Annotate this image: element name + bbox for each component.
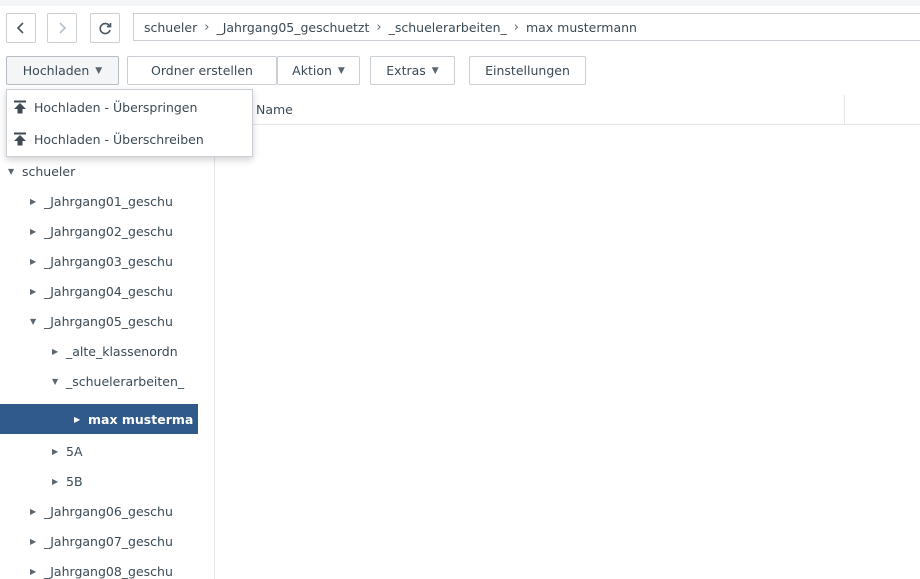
tree-collapsed-icon[interactable]: ▶	[52, 477, 66, 486]
tree-item-5b[interactable]: ▶ 5B	[0, 466, 198, 496]
tree-item-jahrgang05[interactable]: ▼ _Jahrgang05_geschu	[0, 306, 198, 336]
menu-item-upload-skip[interactable]: Hochladen - Überspringen	[7, 92, 252, 122]
breadcrumb-item-max-mustermann[interactable]: max mustermann	[526, 20, 637, 35]
chevron-left-icon	[16, 22, 24, 34]
tree-item-label: _Jahrgang07_geschu	[44, 533, 173, 549]
refresh-icon	[98, 22, 111, 34]
upload-dropdown-menu: Hochladen - Überspringen Hochladen - Übe…	[6, 89, 253, 157]
back-button[interactable]	[6, 13, 36, 43]
breadcrumb-item-schueler[interactable]: schueler	[144, 20, 197, 35]
upload-button-label: Hochladen	[22, 63, 90, 78]
extras-button[interactable]: Extras ▼	[370, 56, 455, 85]
tree-collapsed-icon[interactable]: ▶	[30, 537, 44, 546]
file-list-header: Name	[216, 95, 920, 125]
tree-item-label: schueler	[22, 163, 76, 179]
tree-collapsed-icon[interactable]: ▶	[30, 197, 44, 206]
caret-down-icon: ▼	[95, 65, 103, 76]
tree-expanded-icon[interactable]: ▼	[30, 317, 44, 326]
action-button-label: Aktion	[292, 63, 332, 78]
breadcrumb-separator-icon: ›	[204, 19, 210, 35]
tree-item-label: _Jahrgang04_geschu	[44, 283, 173, 299]
menu-item-label: Hochladen - Überspringen	[34, 99, 198, 115]
tree-expanded-icon[interactable]: ▼	[52, 377, 66, 386]
tree-collapsed-icon[interactable]: ▶	[30, 507, 44, 516]
tree-item-label: _Jahrgang01_geschu	[44, 193, 173, 209]
tree-item-5a[interactable]: ▶ 5A	[0, 436, 198, 466]
tree-item-jahrgang07[interactable]: ▶ _Jahrgang07_geschu	[0, 526, 198, 556]
folder-tree: ▼ schueler ▶ _Jahrgang01_geschu ▶ _Jahrg…	[0, 95, 215, 579]
column-divider[interactable]	[844, 95, 845, 124]
settings-button[interactable]: Einstellungen	[469, 56, 586, 85]
tree-expanded-icon[interactable]: ▼	[8, 167, 22, 176]
breadcrumb-item-jahrgang05[interactable]: _Jahrgang05_geschuetzt	[216, 20, 369, 35]
tree-item-jahrgang01[interactable]: ▶ _Jahrgang01_geschu	[0, 186, 198, 216]
tree-item-label: max musterma	[88, 411, 194, 427]
chevron-right-icon	[59, 22, 67, 34]
forward-button[interactable]	[47, 13, 77, 43]
action-button[interactable]: Aktion ▼	[277, 56, 360, 85]
tree-item-label: 5A	[66, 443, 83, 459]
tree-item-label: _Jahrgang03_geschu	[44, 253, 173, 269]
tree-item-label: _Jahrgang02_geschu	[44, 223, 173, 239]
tree-item-jahrgang02[interactable]: ▶ _Jahrgang02_geschu	[0, 216, 198, 246]
upload-button[interactable]: Hochladen ▼	[6, 56, 119, 85]
tree-item-alte-klassenordner[interactable]: ▶ _alte_klassenordn	[0, 336, 198, 366]
tree-item-jahrgang08[interactable]: ▶ _Jahrgang08_geschu	[0, 556, 198, 579]
settings-button-label: Einstellungen	[485, 63, 570, 78]
breadcrumb-separator-icon: ›	[376, 19, 382, 35]
tree-item-jahrgang06[interactable]: ▶ _Jahrgang06_geschu	[0, 496, 198, 526]
tree-collapsed-icon[interactable]: ▶	[30, 287, 44, 296]
tree-item-max-mustermann[interactable]: ▶ max musterma	[0, 404, 198, 434]
tree-item-jahrgang03[interactable]: ▶ _Jahrgang03_geschu	[0, 246, 198, 276]
tree-collapsed-icon[interactable]: ▶	[30, 227, 44, 236]
tree-item-schuelerarbeiten[interactable]: ▼ _schuelerarbeiten_	[0, 366, 198, 396]
tree-item-schueler[interactable]: ▼ schueler	[0, 156, 198, 186]
extras-button-label: Extras	[386, 63, 426, 78]
menu-item-upload-overwrite[interactable]: Hochladen - Überschreiben	[7, 124, 252, 154]
breadcrumb: schueler › _Jahrgang05_geschuetzt › _sch…	[133, 13, 920, 41]
menu-item-label: Hochladen - Überschreiben	[34, 131, 204, 147]
caret-down-icon: ▼	[431, 65, 439, 76]
caret-down-icon: ▼	[337, 65, 345, 76]
tree-collapsed-icon[interactable]: ▶	[30, 257, 44, 266]
tree-item-jahrgang04[interactable]: ▶ _Jahrgang04_geschu	[0, 276, 198, 306]
tree-collapsed-icon[interactable]: ▶	[52, 347, 66, 356]
create-folder-button[interactable]: Ordner erstellen	[127, 56, 277, 85]
create-folder-label: Ordner erstellen	[151, 63, 253, 78]
tree-item-label: _Jahrgang08_geschu	[44, 563, 173, 579]
tree-item-label: _alte_klassenordn	[66, 343, 178, 359]
breadcrumb-item-schuelerarbeiten[interactable]: _schuelerarbeiten_	[389, 20, 507, 35]
upload-icon	[14, 132, 26, 146]
window-top-strip	[0, 0, 920, 6]
tree-collapsed-icon[interactable]: ▶	[74, 415, 88, 424]
column-header-name[interactable]: Name	[256, 102, 293, 117]
tree-collapsed-icon[interactable]: ▶	[30, 567, 44, 576]
upload-icon	[14, 100, 26, 114]
tree-item-label: _Jahrgang05_geschu	[44, 313, 173, 329]
tree-collapsed-icon[interactable]: ▶	[52, 447, 66, 456]
tree-item-label: _schuelerarbeiten_	[66, 373, 185, 389]
tree-item-label: _Jahrgang06_geschu	[44, 503, 173, 519]
breadcrumb-separator-icon: ›	[513, 19, 519, 35]
refresh-button[interactable]	[90, 13, 120, 43]
tree-item-label: 5B	[66, 473, 83, 489]
